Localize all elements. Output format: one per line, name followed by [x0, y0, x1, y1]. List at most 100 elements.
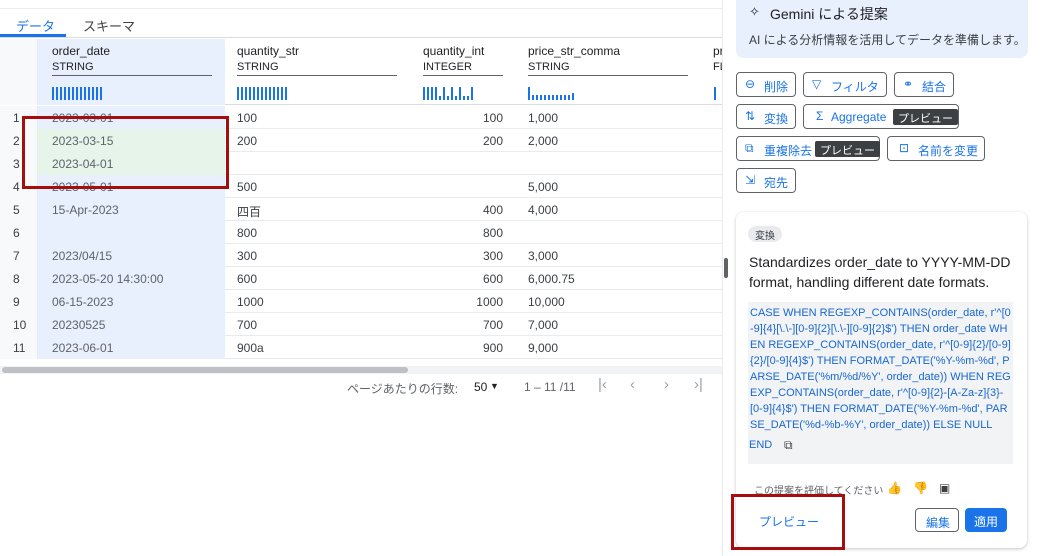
cell-value: 1000 — [237, 295, 264, 309]
cell-quantity-str[interactable] — [225, 152, 410, 175]
dropdown-arrow-icon[interactable]: ▼ — [490, 381, 499, 391]
table-row[interactable]: 8 2023-05-20 14:30:00 600 600 6,000.75 — [0, 267, 722, 290]
tab-data[interactable]: データ — [16, 16, 55, 35]
table-row[interactable]: 11 2023-06-01 900a 900 9,000 — [0, 336, 722, 359]
cell-price-str-comma[interactable]: 4,000 — [516, 198, 706, 221]
cell-quantity-str[interactable]: 四百 — [225, 198, 410, 221]
cell-price-str-comma[interactable]: 6,000.75 — [516, 267, 706, 290]
sparkle-icon: ✧ — [749, 4, 760, 19]
cell-price-str-comma[interactable]: 3,000 — [516, 244, 706, 267]
cell-quantity-str[interactable]: 900a — [225, 336, 410, 359]
cell-order-date[interactable]: 2023-04-01 — [38, 152, 225, 175]
cell-order-date[interactable]: 2023-03-15 — [38, 129, 225, 152]
table-row[interactable]: 4 2023-05-01 500 5,000 — [0, 175, 722, 198]
rate-suggestion-label: この提案を評価してください — [754, 486, 884, 497]
cell-quantity-int[interactable]: 100 — [410, 106, 516, 129]
row-number-label: 4 — [13, 180, 20, 194]
column-header-price-str-comma[interactable]: price_str_comma STRING — [516, 39, 706, 105]
cell-quantity-int[interactable]: 900 — [410, 336, 516, 359]
preview-button[interactable]: プレビュー — [748, 508, 824, 532]
deduplicate-button[interactable]: ⧉ 重複除去 プレビュー — [736, 136, 880, 161]
table-row[interactable]: 3 2023-04-01 — [0, 152, 722, 175]
rows-per-page-select[interactable]: 50 — [474, 380, 487, 394]
cell-quantity-str[interactable]: 600 — [225, 267, 410, 290]
cell-quantity-int[interactable]: 200 — [410, 129, 516, 152]
cell-quantity-str[interactable]: 1000 — [225, 290, 410, 313]
cell-quantity-str[interactable]: 800 — [225, 221, 410, 244]
cell-price-str-comma[interactable] — [516, 152, 706, 175]
column-header-quantity-str[interactable]: quantity_str STRING — [225, 39, 410, 105]
column-header-quantity-int[interactable]: quantity_int INTEGER — [410, 39, 516, 105]
thumbs-up-icon[interactable]: 👍 — [887, 481, 902, 495]
cell-quantity-str[interactable]: 100 — [225, 106, 410, 129]
cell-order-date[interactable]: 2023/04/15 — [38, 244, 225, 267]
destination-button[interactable]: ⇲ 宛先 — [736, 168, 796, 193]
cell-quantity-int[interactable]: 800 — [410, 221, 516, 244]
cell-quantity-int[interactable] — [410, 152, 516, 175]
cell-price-str-comma[interactable]: 2,000 — [516, 129, 706, 152]
cell-value: 700 — [482, 318, 503, 332]
cell-quantity-str[interactable]: 200 — [225, 129, 410, 152]
cell-quantity-str[interactable]: 300 — [225, 244, 410, 267]
table-row[interactable]: 10 20230525 700 700 7,000 — [0, 313, 722, 336]
table-row[interactable]: 9 06-15-2023 1000 1000 10,000 — [0, 290, 722, 313]
table-row[interactable]: 6 800 800 — [0, 221, 722, 244]
cell-value: 2023-05-01 — [52, 180, 114, 194]
column-type: STRING — [52, 61, 94, 73]
cell-value: 300 — [482, 249, 503, 263]
cell-order-date[interactable]: 2023-03-01 — [38, 106, 225, 129]
cell-order-date[interactable] — [38, 221, 225, 244]
apply-button[interactable]: 適用 — [965, 508, 1007, 532]
table-row[interactable]: 2 2023-03-15 200 200 2,000 — [0, 129, 722, 152]
first-page-icon[interactable]: |‹ — [598, 376, 607, 393]
cell-quantity-int[interactable]: 400 — [410, 198, 516, 221]
tab-schema[interactable]: スキーマ — [83, 16, 135, 35]
cell-quantity-str[interactable]: 700 — [225, 313, 410, 336]
cell-order-date[interactable]: 2023-06-01 — [38, 336, 225, 359]
cell-value: 15-Apr-2023 — [52, 203, 119, 217]
cell-quantity-str[interactable]: 500 — [225, 175, 410, 198]
row-number-label: 8 — [13, 272, 20, 286]
feedback-icon[interactable]: ▣ — [939, 481, 950, 495]
table-row[interactable]: 7 2023/04/15 300 300 3,000 — [0, 244, 722, 267]
table-row[interactable]: 1 2023-03-01 100 100 1,000 — [0, 106, 722, 129]
cell-value: 100 — [482, 111, 503, 125]
filter-button[interactable]: ▽ フィルタ — [803, 72, 887, 97]
cell-price-str-comma[interactable]: 5,000 — [516, 175, 706, 198]
aggregate-button[interactable]: Σ Aggregate プレビュー — [803, 104, 959, 129]
scrollbar-thumb[interactable] — [2, 367, 408, 373]
cell-order-date[interactable]: 2023-05-01 — [38, 175, 225, 198]
cell-quantity-int[interactable]: 700 — [410, 313, 516, 336]
copy-icon[interactable]: ⧉ — [784, 438, 793, 453]
panel-resize-handle[interactable] — [724, 258, 728, 278]
row-number: 8 — [0, 267, 38, 290]
cell-quantity-int[interactable]: 600 — [410, 267, 516, 290]
table-row[interactable]: 5 15-Apr-2023 四百 400 4,000 — [0, 198, 722, 221]
last-page-icon[interactable]: ›| — [694, 376, 703, 393]
horizontal-scrollbar[interactable] — [0, 366, 722, 374]
cell-price-str-comma[interactable]: 7,000 — [516, 313, 706, 336]
delete-button[interactable]: ⊖ 削除 — [736, 72, 796, 97]
previous-page-icon[interactable]: ‹ — [630, 376, 635, 393]
cell-quantity-int[interactable]: 300 — [410, 244, 516, 267]
column-header-partial[interactable]: pr FL — [706, 39, 722, 105]
transform-button[interactable]: ⇅ 変換 — [736, 104, 796, 129]
row-number-label: 9 — [13, 295, 20, 309]
cell-price-str-comma[interactable]: 1,000 — [516, 106, 706, 129]
next-page-icon[interactable]: › — [664, 376, 669, 393]
cell-order-date[interactable]: 15-Apr-2023 — [38, 198, 225, 221]
join-button[interactable]: ⚭ 結合 — [894, 72, 954, 97]
cell-price-str-comma[interactable] — [516, 221, 706, 244]
rename-button[interactable]: ⊡ 名前を変更 — [887, 136, 985, 161]
cell-quantity-int[interactable] — [410, 175, 516, 198]
cell-order-date[interactable]: 06-15-2023 — [38, 290, 225, 313]
cell-quantity-int[interactable]: 1000 — [410, 290, 516, 313]
column-header-order-date[interactable]: order_date STRING — [38, 39, 225, 105]
thumbs-down-icon[interactable]: 👎 — [913, 481, 928, 495]
cell-order-date[interactable]: 2023-05-20 14:30:00 — [38, 267, 225, 290]
cell-price-str-comma[interactable]: 10,000 — [516, 290, 706, 313]
cell-price-str-comma[interactable]: 9,000 — [516, 336, 706, 359]
cell-order-date[interactable]: 20230525 — [38, 313, 225, 336]
preview-badge: プレビュー — [893, 109, 958, 125]
edit-button[interactable]: 編集 — [915, 508, 959, 532]
